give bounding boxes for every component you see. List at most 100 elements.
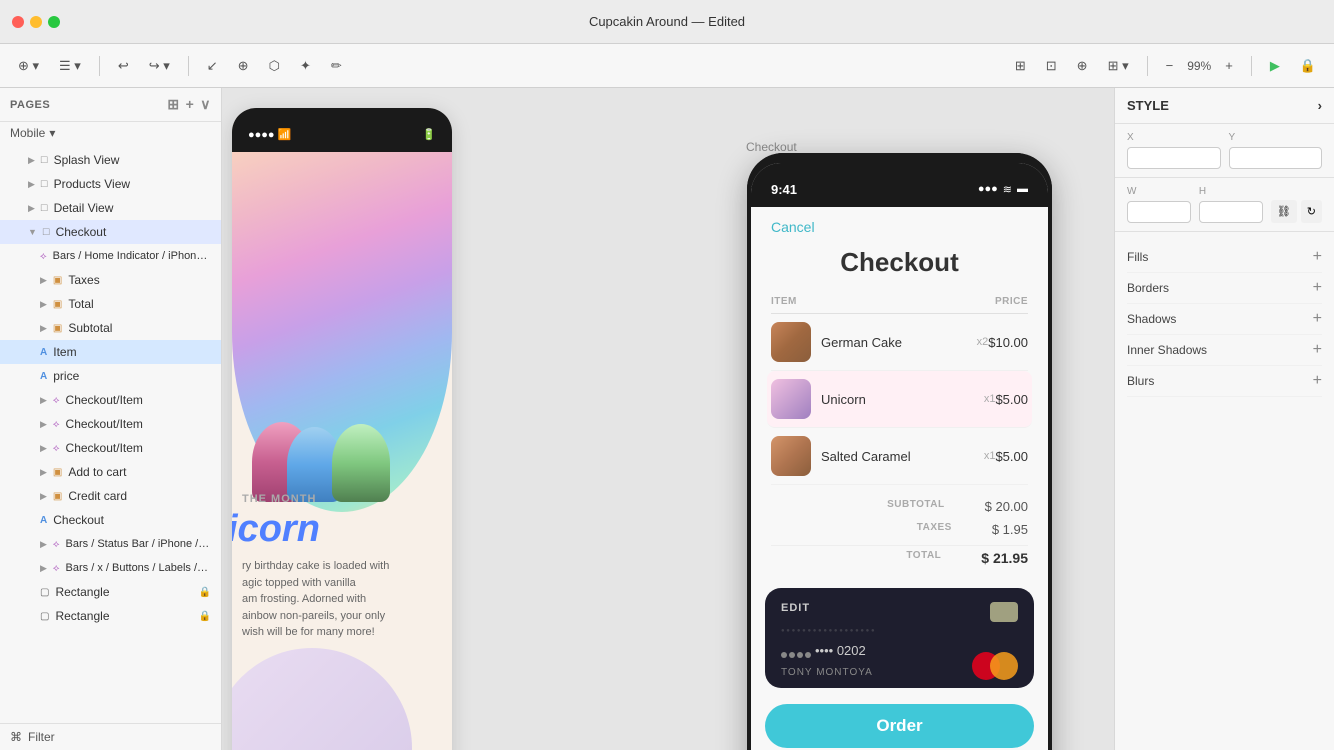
y-label: Y bbox=[1229, 132, 1323, 143]
zoom-in[interactable]: + bbox=[1219, 54, 1239, 77]
blurs-label: Blurs bbox=[1127, 374, 1154, 388]
close-button[interactable] bbox=[12, 16, 24, 28]
splash-label: Splash View bbox=[54, 153, 211, 167]
group-icon: ▣ bbox=[53, 275, 62, 286]
products-label: Products View bbox=[54, 177, 211, 191]
chevron-right-icon: ▶ bbox=[40, 563, 47, 574]
collapse-icon[interactable]: ∨ bbox=[200, 96, 211, 113]
share-button[interactable]: 🔒 bbox=[1294, 54, 1322, 78]
inner-shadows-add-icon[interactable]: + bbox=[1313, 341, 1322, 359]
card-edit-label[interactable]: EDIT bbox=[781, 602, 810, 614]
shadows-section[interactable]: Shadows + bbox=[1127, 304, 1322, 335]
play-button[interactable]: ▶ bbox=[1264, 54, 1286, 78]
table-row[interactable]: German Cake x2 $10.00 bbox=[771, 314, 1028, 371]
constrain-proportions[interactable]: ⛓ bbox=[1271, 200, 1297, 223]
add-page-icon[interactable]: + bbox=[186, 96, 195, 113]
german-cake-image bbox=[771, 322, 811, 362]
layer-taxes[interactable]: ▶ ▣ Taxes bbox=[0, 268, 221, 292]
x-input[interactable] bbox=[1127, 147, 1221, 169]
layer-checkout-text[interactable]: A Checkout bbox=[0, 508, 221, 532]
table-row[interactable]: Unicorn x1 $5.00 bbox=[767, 371, 1032, 428]
bars-status-label: Bars / Status Bar / iPhone / Dark bbox=[66, 538, 211, 550]
filter-bar[interactable]: ⌘ Filter bbox=[0, 723, 221, 750]
chevron-right-icon: ▶ bbox=[28, 179, 35, 190]
minimize-button[interactable] bbox=[30, 16, 42, 28]
add-tool-button[interactable]: ⊕ ▾ bbox=[12, 54, 45, 78]
fills-section[interactable]: Fills + bbox=[1127, 242, 1322, 273]
blurs-add-icon[interactable]: + bbox=[1313, 372, 1322, 390]
insert-tool-button[interactable]: ☰ ▾ bbox=[53, 54, 87, 78]
order-button[interactable]: Order bbox=[765, 704, 1034, 748]
layout-view[interactable]: ⊞ ▾ bbox=[1102, 54, 1135, 78]
mobile-dropdown[interactable]: Mobile ▾ bbox=[0, 122, 221, 144]
scale-tool[interactable]: ⊕ bbox=[232, 54, 255, 78]
grid-view[interactable]: ⊞ bbox=[1009, 54, 1032, 78]
fills-label: Fills bbox=[1127, 250, 1148, 264]
layer-bars-status[interactable]: ▶ ⟡ Bars / Status Bar / iPhone / Dark bbox=[0, 532, 221, 556]
layer-bars-home[interactable]: ⟡ Bars / Home Indicator / iPhone / Light… bbox=[0, 244, 221, 268]
layer-total[interactable]: ▶ ▣ Total bbox=[0, 292, 221, 316]
w-input[interactable] bbox=[1127, 201, 1191, 223]
y-input[interactable] bbox=[1229, 147, 1323, 169]
german-cake-price: $10.00 bbox=[988, 335, 1028, 350]
layer-subtotal[interactable]: ▶ ▣ Subtotal bbox=[0, 316, 221, 340]
canvas[interactable]: ●●●● 📶 🔋 🛒 THE MONTH icorn ry birth bbox=[222, 88, 1114, 750]
chevron-right-icon: ▶ bbox=[40, 491, 47, 502]
sidebar-item-checkout[interactable]: ▼ □ Checkout bbox=[0, 220, 221, 244]
borders-section[interactable]: Borders + bbox=[1127, 273, 1322, 304]
lock-icon: 🔒 bbox=[199, 587, 211, 598]
wifi-icon2: ≋ bbox=[1003, 183, 1012, 196]
background-phone: ●●●● 📶 🔋 🛒 THE MONTH icorn ry birth bbox=[232, 108, 452, 750]
chevron-right-icon: ▶ bbox=[40, 467, 47, 478]
sidebar-item-splash[interactable]: ▶ □ Splash View bbox=[0, 148, 221, 172]
sidebar-item-detail[interactable]: ▶ □ Detail View bbox=[0, 196, 221, 220]
layer-checkout-item2[interactable]: ▶ ⟡ Checkout/Item bbox=[0, 412, 221, 436]
subtotal-label: Subtotal bbox=[68, 321, 211, 335]
style-header: STYLE › bbox=[1115, 88, 1334, 124]
h-input[interactable] bbox=[1199, 201, 1263, 223]
w-coord: W bbox=[1127, 186, 1191, 223]
layer-rect1[interactable]: ▢ Rectangle 🔒 bbox=[0, 580, 221, 604]
chevron-right-icon: ▶ bbox=[40, 539, 47, 550]
fills-add-icon[interactable]: + bbox=[1313, 248, 1322, 266]
layer-credit-card[interactable]: ▶ ▣ Credit card bbox=[0, 484, 221, 508]
inner-shadows-section[interactable]: Inner Shadows + bbox=[1127, 335, 1322, 366]
undo-button[interactable]: ↩ bbox=[112, 54, 135, 78]
sidebar-item-products[interactable]: ▶ □ Products View bbox=[0, 172, 221, 196]
table-header: ITEM PRICE bbox=[771, 290, 1028, 314]
mastercard-logo bbox=[972, 652, 1018, 680]
x-coord: X bbox=[1127, 132, 1221, 169]
blurs-section[interactable]: Blurs + bbox=[1127, 366, 1322, 397]
layer-rect2[interactable]: ▢ Rectangle 🔒 bbox=[0, 604, 221, 628]
layer-checkout-item1[interactable]: ▶ ⟡ Checkout/Item bbox=[0, 388, 221, 412]
borders-add-icon[interactable]: + bbox=[1313, 279, 1322, 297]
cancel-button[interactable]: Cancel bbox=[751, 207, 1048, 239]
zoom-out[interactable]: − bbox=[1160, 54, 1180, 77]
toolbar: ⊕ ▾ ☰ ▾ ↩ ↪ ▾ ↙ ⊕ ⬡ ✦ ✏ ⊞ ⊡ ⊕ ⊞ ▾ − 99% … bbox=[0, 44, 1334, 88]
shape-tool[interactable]: ⬡ bbox=[263, 54, 286, 78]
table-row[interactable]: Salted Caramel x1 $5.00 bbox=[771, 428, 1028, 485]
maximize-button[interactable] bbox=[48, 16, 60, 28]
component-icon: ⟡ bbox=[40, 251, 47, 262]
add-view[interactable]: ⊕ bbox=[1071, 54, 1094, 78]
rotate-button[interactable]: ↻ bbox=[1301, 200, 1322, 223]
credit-card-section: EDIT ● ● ● ● ● ● ● ● ● ● ● ● ● ● ● ● ● ● bbox=[765, 588, 1034, 688]
layer-checkout-item3[interactable]: ▶ ⟡ Checkout/Item bbox=[0, 436, 221, 460]
component-icon: ⟡ bbox=[53, 563, 60, 574]
redo-button[interactable]: ↪ ▾ bbox=[143, 54, 176, 78]
layer-item-text[interactable]: A Item bbox=[0, 340, 221, 364]
checkout-item3-label: Checkout/Item bbox=[66, 441, 211, 455]
phone-screen: 9:41 ●●● ≋ ▬ Cancel Checkout ITEM bbox=[751, 163, 1048, 750]
description-text: ry birthday cake is loaded withagic topp… bbox=[242, 558, 442, 641]
star-tool[interactable]: ✦ bbox=[294, 54, 317, 78]
list-view[interactable]: ⊡ bbox=[1040, 54, 1063, 78]
coordinates-section: X Y bbox=[1115, 124, 1334, 178]
layer-add-to-cart[interactable]: ▶ ▣ Add to cart bbox=[0, 460, 221, 484]
shadows-add-icon[interactable]: + bbox=[1313, 310, 1322, 328]
move-tool[interactable]: ↙ bbox=[201, 54, 224, 78]
pen-tool[interactable]: ✏ bbox=[325, 54, 348, 78]
layer-price-text[interactable]: A price bbox=[0, 364, 221, 388]
grid-icon[interactable]: ⊞ bbox=[167, 96, 179, 113]
layer-bars-x-btns[interactable]: ▶ ⟡ Bars / x / Buttons / Labels / Left -… bbox=[0, 556, 221, 580]
pages-header-icons: ⊞ + ∨ bbox=[167, 96, 211, 113]
